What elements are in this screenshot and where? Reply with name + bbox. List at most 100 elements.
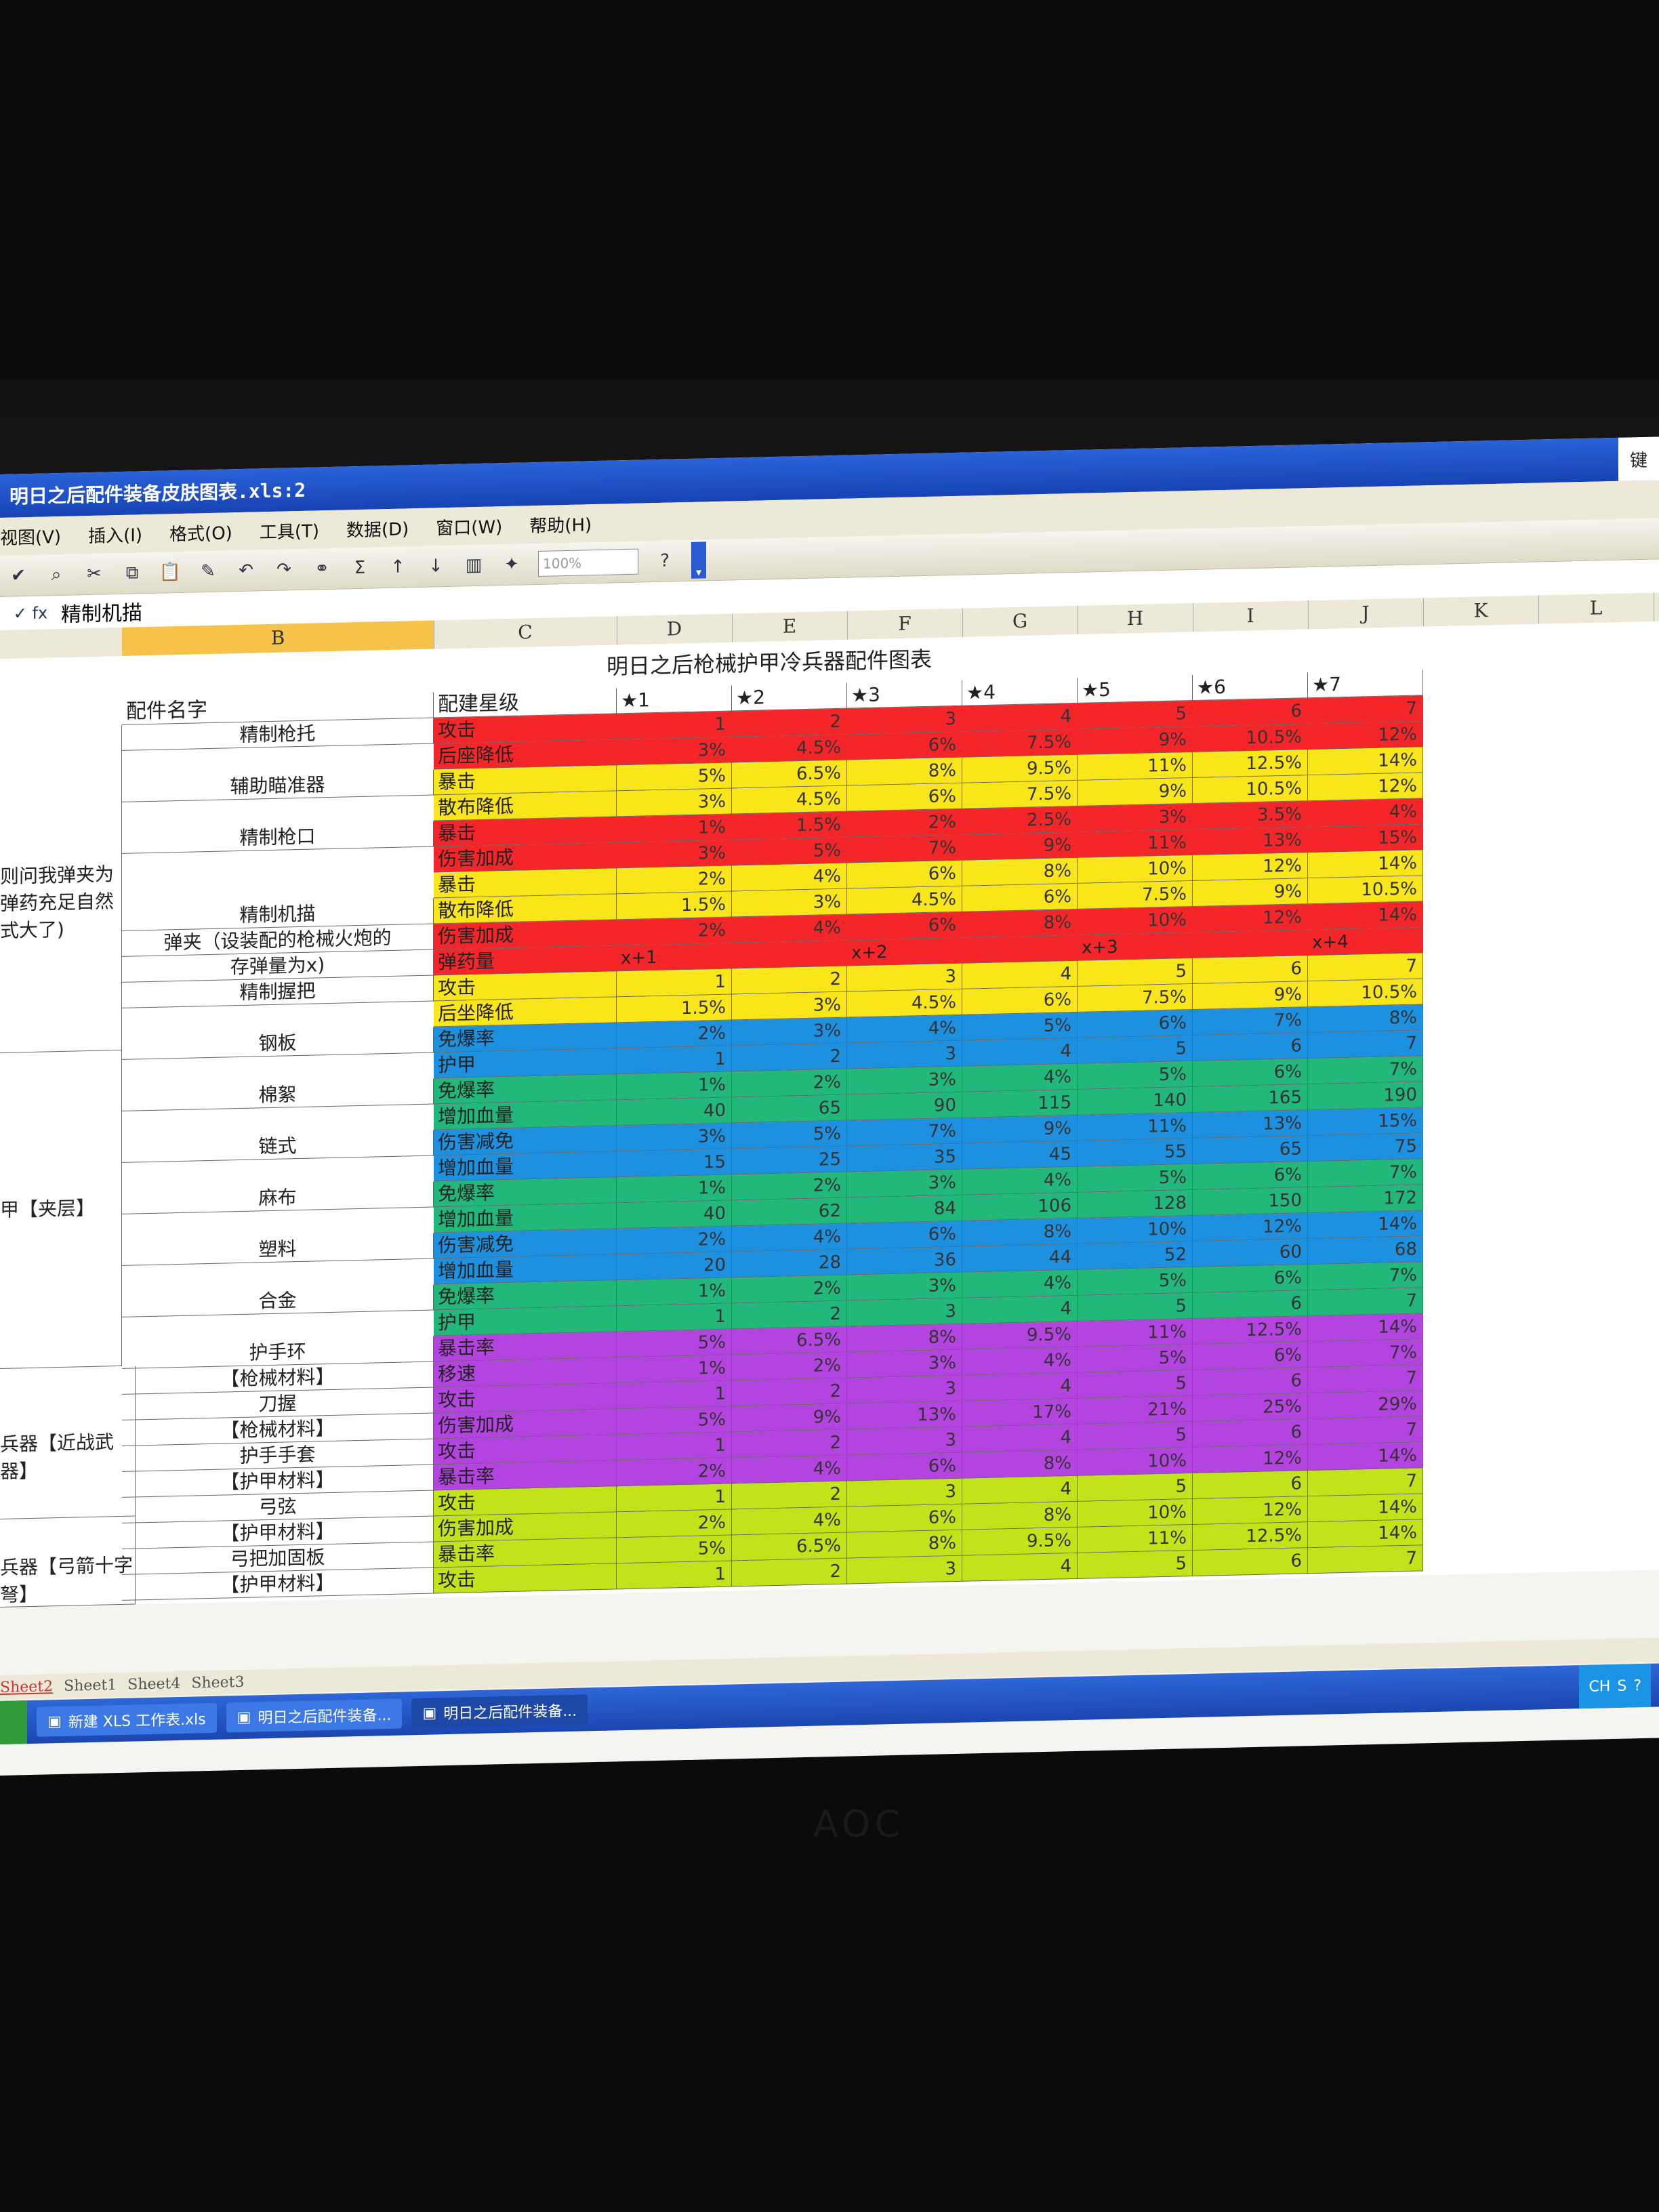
- value-cell[interactable]: 14%: [1308, 1210, 1423, 1240]
- value-cell[interactable]: 1%: [617, 1174, 732, 1204]
- value-cell[interactable]: 65: [732, 1094, 847, 1124]
- column-header-L[interactable]: L: [1538, 592, 1654, 624]
- value-cell[interactable]: 15%: [1308, 1107, 1423, 1136]
- value-cell[interactable]: 15: [617, 1149, 732, 1178]
- value-cell[interactable]: 8%: [1308, 1004, 1423, 1033]
- value-cell[interactable]: 6%: [1193, 1059, 1308, 1088]
- value-cell[interactable]: 5%: [732, 1120, 847, 1149]
- attribute-cell[interactable]: 伤害减免: [434, 1126, 617, 1156]
- value-cell[interactable]: 9%: [732, 1404, 847, 1433]
- value-cell[interactable]: 3%: [617, 788, 732, 817]
- value-cell[interactable]: 14%: [1308, 850, 1423, 879]
- value-cell[interactable]: 5%: [732, 837, 847, 866]
- value-cell[interactable]: 10.5%: [1308, 979, 1423, 1008]
- value-cell[interactable]: 1: [617, 711, 732, 740]
- column-header-J[interactable]: J: [1308, 598, 1424, 630]
- value-cell[interactable]: 1: [617, 1380, 732, 1410]
- value-cell[interactable]: 9%: [1078, 778, 1193, 806]
- part-name-cell[interactable]: 塑料: [122, 1233, 434, 1266]
- value-cell[interactable]: 7.5%: [1078, 881, 1193, 909]
- value-cell[interactable]: 4%: [962, 1063, 1078, 1092]
- value-cell[interactable]: 11%: [1078, 1319, 1193, 1347]
- value-cell[interactable]: 28: [732, 1249, 847, 1278]
- value-cell[interactable]: 9.5%: [962, 1321, 1078, 1350]
- value-cell[interactable]: 5%: [617, 762, 732, 792]
- value-cell[interactable]: x+3: [1078, 933, 1193, 961]
- value-cell[interactable]: 4: [962, 1295, 1078, 1324]
- value-cell[interactable]: 3: [847, 1427, 962, 1456]
- value-cell[interactable]: 4: [962, 1424, 1078, 1453]
- value-cell[interactable]: x+1: [617, 943, 732, 972]
- attribute-cell[interactable]: 增加血量: [434, 1254, 617, 1285]
- column-header-E[interactable]: E: [732, 611, 848, 642]
- value-cell[interactable]: 106: [962, 1192, 1078, 1221]
- value-cell[interactable]: 4%: [732, 863, 847, 892]
- value-cell[interactable]: 5%: [1078, 1267, 1193, 1296]
- part-name-cell[interactable]: 合金: [122, 1284, 434, 1317]
- value-cell[interactable]: x+2: [847, 937, 962, 966]
- value-cell[interactable]: 25%: [1193, 1393, 1308, 1422]
- value-cell[interactable]: 5%: [962, 1012, 1078, 1041]
- value-cell[interactable]: 13%: [1193, 827, 1308, 856]
- value-cell[interactable]: 1: [617, 1046, 732, 1075]
- attribute-cell[interactable]: 伤害加成: [434, 842, 617, 873]
- value-cell[interactable]: 3: [847, 1298, 962, 1327]
- value-cell[interactable]: 6: [1193, 1033, 1308, 1062]
- value-cell[interactable]: 14%: [1308, 1519, 1423, 1549]
- value-cell[interactable]: 7%: [1308, 1339, 1423, 1368]
- value-cell[interactable]: 6%: [847, 731, 962, 760]
- value-cell[interactable]: 165: [1193, 1084, 1308, 1113]
- format-painter-icon[interactable]: ✎: [197, 560, 220, 583]
- value-cell[interactable]: 2%: [617, 1509, 732, 1538]
- attribute-cell[interactable]: 散布降低: [434, 894, 617, 924]
- value-cell[interactable]: 4.5%: [847, 886, 962, 915]
- column-header-G[interactable]: G: [962, 605, 1078, 637]
- value-cell[interactable]: 4%: [1308, 798, 1423, 827]
- value-cell[interactable]: 4: [962, 1553, 1078, 1582]
- value-cell[interactable]: 3%: [1078, 804, 1193, 832]
- value-cell[interactable]: 14%: [1308, 1442, 1423, 1471]
- value-cell[interactable]: [962, 935, 1078, 964]
- attribute-cell[interactable]: 暴击: [434, 868, 617, 899]
- part-name-cell[interactable]: 精制枪口: [122, 821, 434, 854]
- value-cell[interactable]: 6.5%: [732, 760, 847, 789]
- value-cell[interactable]: 7%: [1308, 1056, 1423, 1085]
- attribute-cell[interactable]: 护甲: [434, 1048, 617, 1079]
- value-cell[interactable]: 25: [732, 1146, 847, 1175]
- column-header-C[interactable]: C: [434, 616, 617, 649]
- value-cell[interactable]: 4.5%: [732, 734, 847, 763]
- attribute-cell[interactable]: 增加血量: [434, 1203, 617, 1233]
- value-cell[interactable]: 12.5%: [1193, 1522, 1308, 1551]
- value-cell[interactable]: 7%: [1193, 1007, 1308, 1036]
- attribute-cell[interactable]: 免爆率: [434, 1074, 617, 1105]
- attribute-cell[interactable]: 增加血量: [434, 1151, 617, 1182]
- value-cell[interactable]: 128: [1078, 1190, 1193, 1218]
- value-cell[interactable]: 4%: [732, 1223, 847, 1252]
- value-cell[interactable]: 6: [1193, 1471, 1308, 1500]
- value-cell[interactable]: 65: [1193, 1136, 1308, 1165]
- value-cell[interactable]: 3%: [617, 840, 732, 869]
- value-cell[interactable]: 1: [617, 1303, 732, 1332]
- system-tray[interactable]: CH S?: [1579, 1663, 1651, 1709]
- menu-item-6[interactable]: 帮助(H): [529, 511, 592, 537]
- value-cell[interactable]: 12.5%: [1193, 750, 1308, 779]
- value-cell[interactable]: 2: [732, 1378, 847, 1407]
- value-cell[interactable]: 20: [617, 1252, 732, 1281]
- value-cell[interactable]: 4%: [962, 1166, 1078, 1195]
- value-cell[interactable]: 10%: [1078, 1499, 1193, 1528]
- value-cell[interactable]: 3: [847, 1478, 962, 1507]
- attribute-cell[interactable]: 移速: [434, 1357, 617, 1388]
- value-cell[interactable]: 40: [617, 1097, 732, 1126]
- value-cell[interactable]: 7: [1308, 953, 1423, 982]
- value-cell[interactable]: 1: [617, 1561, 732, 1590]
- melee-group-label[interactable]: 兵器【近战武器】: [0, 1366, 136, 1519]
- value-cell[interactable]: 2%: [732, 1069, 847, 1098]
- value-cell[interactable]: 8%: [962, 1218, 1078, 1247]
- value-cell[interactable]: 12.5%: [1193, 1316, 1308, 1345]
- value-cell[interactable]: 3.5%: [1193, 801, 1308, 830]
- value-cell[interactable]: 7: [1308, 1365, 1423, 1394]
- value-cell[interactable]: 5: [1078, 1370, 1193, 1399]
- attribute-cell[interactable]: 暴击率: [434, 1332, 617, 1362]
- attribute-cell[interactable]: 攻击: [434, 1486, 617, 1517]
- value-cell[interactable]: 10%: [1078, 855, 1193, 884]
